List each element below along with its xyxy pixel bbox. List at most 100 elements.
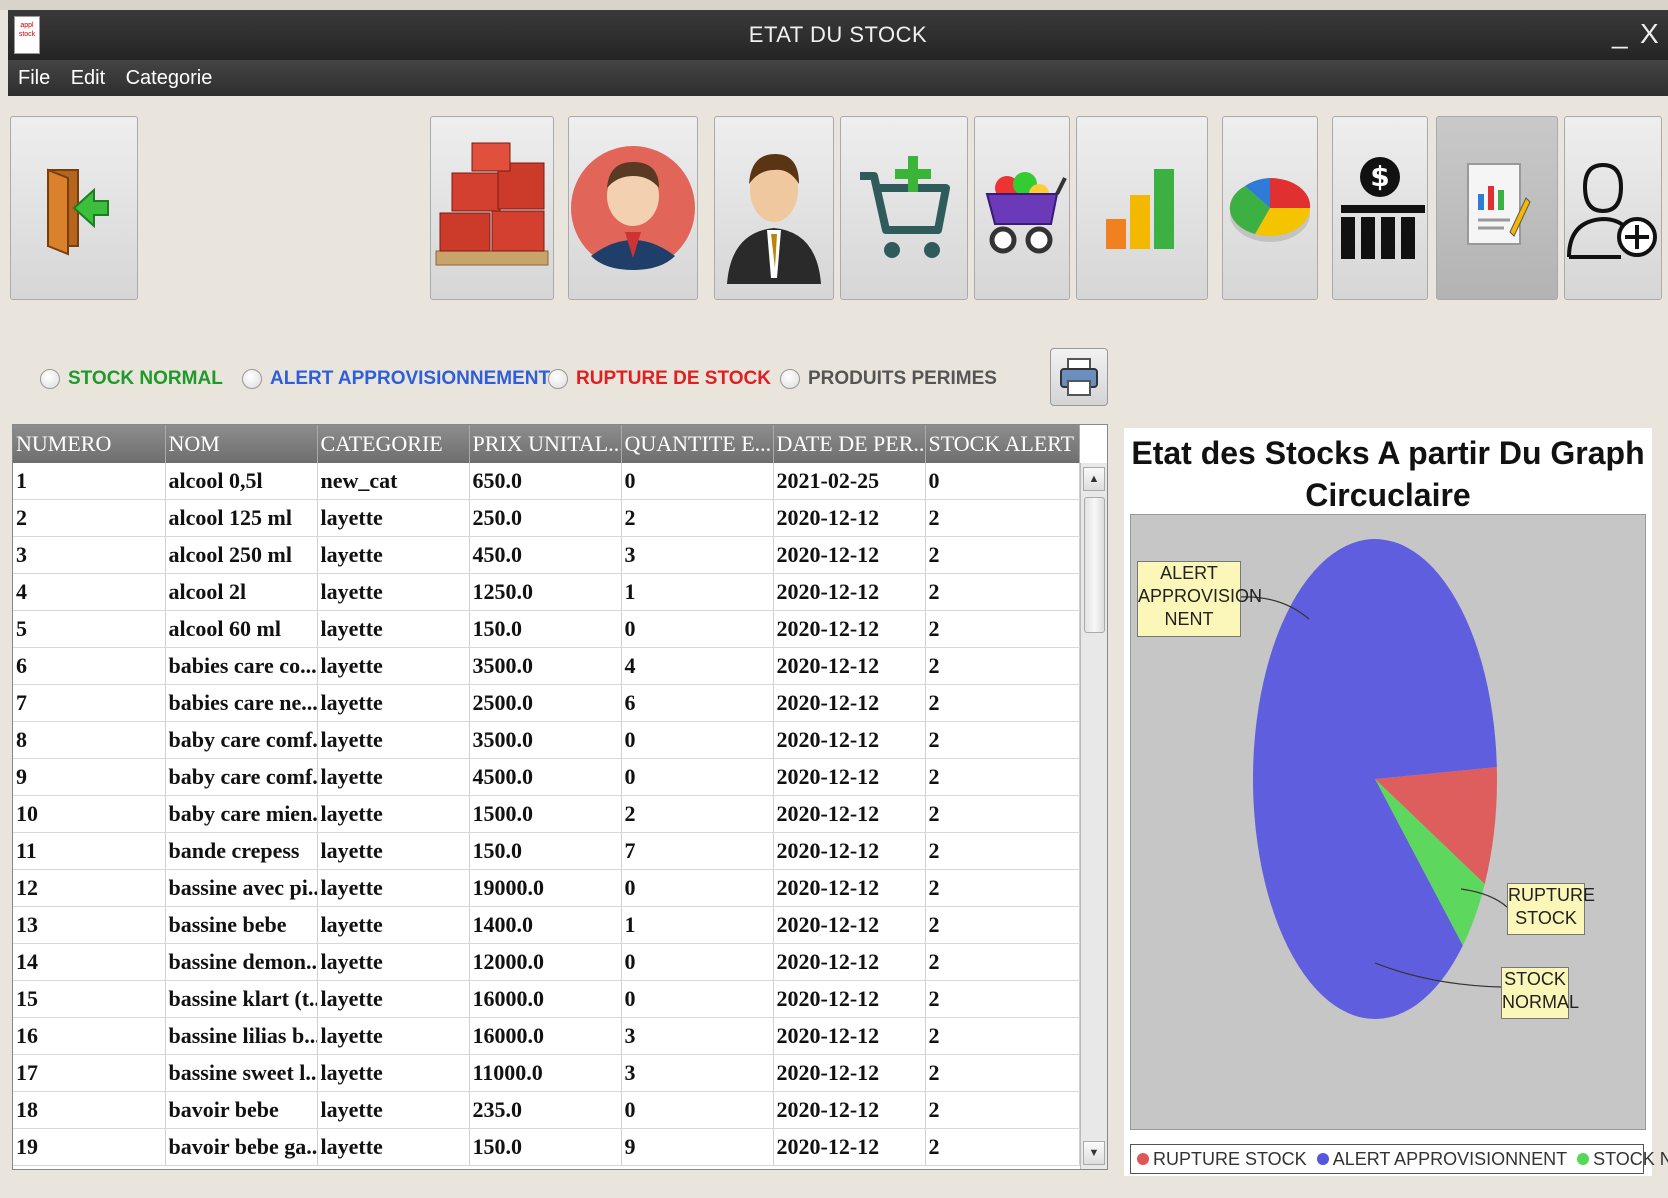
table-row[interactable]: 18 bavoir bebe layette 235.0 0 2020-12-12 2: [13, 1091, 1080, 1129]
table-row[interactable]: 16 bassine lilias b... layette 16000.0 3 2020…: [13, 1017, 1080, 1055]
menu-categorie[interactable]: Categorie: [118, 60, 221, 96]
callout-alert-line3: NENT: [1164, 609, 1214, 629]
toolbar-vente-button[interactable]: [974, 116, 1070, 300]
table-row[interactable]: 19 bavoir bebe ga... layette 150.0 9 2020-12-…: [13, 1128, 1080, 1166]
cell-numero: 3: [13, 536, 166, 574]
cell-stock-alert: 2: [925, 906, 1080, 944]
column-header-prix[interactable]: PRIX UNITAL...: [469, 425, 622, 463]
legend-normal-swatch: [1577, 1153, 1590, 1165]
cell-quantite: 2: [621, 795, 774, 833]
column-header-nom[interactable]: NOM: [165, 425, 318, 463]
close-button[interactable]: X: [1640, 18, 1659, 50]
cell-categorie: layette: [317, 684, 470, 722]
radio-stock-normal[interactable]: [40, 369, 60, 389]
minimize-button[interactable]: _: [1612, 18, 1628, 50]
stock-table[interactable]: NUMERO NOM CATEGORIE PRIX UNITAL... QUAN…: [12, 424, 1108, 1170]
cell-date: 2020-12-12: [773, 869, 926, 907]
cell-date: 2020-12-12: [773, 684, 926, 722]
cell-date: 2020-12-12: [773, 647, 926, 685]
toolbar-etat-stock-button[interactable]: [1436, 116, 1558, 300]
legend-normal-label: STOCK NORMAL: [1593, 1148, 1668, 1169]
table-row[interactable]: 12 bassine avec pi... layette 19000.0 0 2020-…: [13, 869, 1080, 907]
toolbar-finance-button[interactable]: $: [1332, 116, 1428, 300]
exit-button[interactable]: [10, 116, 138, 300]
cell-prix: 250.0: [469, 499, 622, 537]
cell-quantite: 0: [621, 980, 774, 1018]
cell-stock-alert: 2: [925, 1054, 1080, 1092]
column-header-categorie[interactable]: CATEGORIE: [317, 425, 470, 463]
scroll-down-button[interactable]: ▼: [1083, 1141, 1105, 1165]
table-row[interactable]: 8 baby care comf... layette 3500.0 0 2020-12-…: [13, 721, 1080, 759]
toolbar-statistiques-button[interactable]: [1076, 116, 1208, 300]
callout-normal-line1: STOCK: [1504, 969, 1566, 989]
cell-date: 2020-12-12: [773, 1128, 926, 1166]
cell-date: 2020-12-12: [773, 980, 926, 1018]
cell-quantite: 0: [621, 721, 774, 759]
table-row[interactable]: 10 baby care mien... layette 1500.0 2 2020-12…: [13, 795, 1080, 833]
filter-stock-normal[interactable]: STOCK NORMAL: [40, 364, 223, 394]
pie-chart-icon: [1229, 177, 1311, 242]
radio-perimes[interactable]: [780, 369, 800, 389]
column-header-quantite[interactable]: QUANTITE E...: [621, 425, 774, 463]
table-scrollbar[interactable]: ▲ ▼: [1080, 463, 1107, 1169]
table-row[interactable]: 3 alcool 250 ml layette 450.0 3 2020-12-12 2: [13, 536, 1080, 574]
radio-alert[interactable]: [242, 369, 262, 389]
toolbar-stock-button[interactable]: [430, 116, 554, 300]
cell-prix: 1250.0: [469, 573, 622, 611]
table-row[interactable]: 1 alcool 0,5l new_cat 650.0 0 2021-02-25 0: [13, 463, 1080, 500]
table-row[interactable]: 14 bassine demon... layette 12000.0 0 2020-12…: [13, 943, 1080, 981]
cell-numero: 4: [13, 573, 166, 611]
table-row[interactable]: 13 bassine bebe layette 1400.0 1 2020-12-12 2: [13, 906, 1080, 944]
radio-rupture[interactable]: [548, 369, 568, 389]
print-button[interactable]: [1050, 348, 1108, 406]
table-row[interactable]: 7 babies care ne... layette 2500.0 6 2020-12-…: [13, 684, 1080, 722]
menu-edit[interactable]: Edit: [63, 60, 113, 96]
scroll-up-button[interactable]: ▲: [1083, 467, 1105, 491]
table-row[interactable]: 17 bassine sweet l... layette 11000.0 3 2020-…: [13, 1054, 1080, 1092]
filter-alert[interactable]: ALERT APPROVISIONNEMENT: [242, 364, 550, 394]
cell-date: 2020-12-12: [773, 1017, 926, 1055]
cell-prix: 150.0: [469, 832, 622, 870]
cell-numero: 19: [13, 1128, 166, 1166]
cell-prix: 235.0: [469, 1091, 622, 1129]
cell-nom: bassine bebe: [165, 906, 318, 944]
table-row[interactable]: 15 bassine klart (t... layette 16000.0 0 2020…: [13, 980, 1080, 1018]
cell-nom: alcool 250 ml: [165, 536, 318, 574]
printer-icon: [1060, 358, 1098, 396]
toolbar-graph-button[interactable]: [1222, 116, 1318, 300]
column-header-numero[interactable]: NUMERO: [13, 425, 166, 463]
cell-numero: 16: [13, 1017, 166, 1055]
toolbar-client-button[interactable]: [568, 116, 698, 300]
table-row[interactable]: 9 baby care comf... layette 4500.0 0 2020-12-…: [13, 758, 1080, 796]
cell-quantite: 3: [621, 1054, 774, 1092]
cell-quantite: 0: [621, 610, 774, 648]
toolbar-add-user-button[interactable]: [1564, 116, 1662, 300]
toolbar-fournisseur-button[interactable]: [714, 116, 834, 300]
cell-stock-alert: 2: [925, 536, 1080, 574]
cell-prix: 3500.0: [469, 721, 622, 759]
chart-panel: Etat des Stocks A partir Du Graph Circuc…: [1124, 428, 1668, 1176]
table-row[interactable]: 2 alcool 125 ml layette 250.0 2 2020-12-12 2: [13, 499, 1080, 537]
cell-date: 2020-12-12: [773, 1054, 926, 1092]
cell-quantite: 1: [621, 906, 774, 944]
cell-categorie: layette: [317, 610, 470, 648]
cell-nom: bavoir bebe ga...: [165, 1128, 318, 1166]
filter-perimes-label: PRODUITS PERIMES: [808, 368, 997, 389]
table-row[interactable]: 11 bande crepess layette 150.0 7 2020-12-12 2: [13, 832, 1080, 870]
table-row[interactable]: 5 alcool 60 ml layette 150.0 0 2020-12-12 2: [13, 610, 1080, 648]
menu-file[interactable]: File: [10, 60, 58, 96]
table-row[interactable]: 4 alcool 2l layette 1250.0 1 2020-12-12 2: [13, 573, 1080, 611]
callout-alert-line1: ALERT: [1160, 563, 1218, 583]
cell-numero: 5: [13, 610, 166, 648]
column-header-date[interactable]: DATE DE PER...: [773, 425, 926, 463]
toolbar-commande-button[interactable]: [840, 116, 968, 300]
legend-alert: ALERT APPROVISIONNENT: [1316, 1149, 1567, 1170]
filter-perimes[interactable]: PRODUITS PERIMES: [780, 364, 997, 394]
table-row[interactable]: 6 babies care co... layette 3500.0 4 2020-12-…: [13, 647, 1080, 685]
cell-nom: baby care mien...: [165, 795, 318, 833]
filter-rupture[interactable]: RUPTURE DE STOCK: [548, 364, 771, 394]
column-header-stock-alert[interactable]: STOCK ALERT: [925, 425, 1080, 463]
cell-quantite: 3: [621, 1017, 774, 1055]
cell-numero: 10: [13, 795, 166, 833]
scroll-thumb[interactable]: [1084, 497, 1105, 633]
